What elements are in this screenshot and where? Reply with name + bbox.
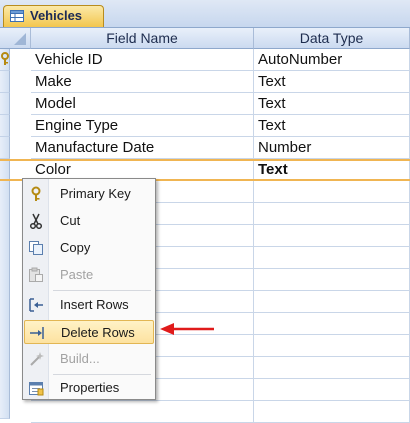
- menu-item-label: Build...: [60, 351, 100, 366]
- scissors-icon: [29, 213, 43, 229]
- field-name-cell[interactable]: Make: [31, 71, 254, 93]
- row-selector[interactable]: [0, 71, 10, 93]
- field-name-cell[interactable]: Manufacture Date: [31, 137, 254, 159]
- row-selector[interactable]: [0, 115, 10, 137]
- build-wand-icon: [30, 352, 44, 366]
- empty-cell[interactable]: [254, 225, 410, 247]
- row-selector[interactable]: [0, 93, 10, 115]
- empty-cell[interactable]: [254, 247, 410, 269]
- context-menu: Primary Key Cut Copy Paste Insert Rows D…: [22, 178, 156, 400]
- menu-item-build[interactable]: Build...: [24, 347, 154, 371]
- copy-icon: [29, 241, 43, 255]
- table-icon: [10, 10, 24, 22]
- row-selector-empty[interactable]: [0, 181, 10, 419]
- insert-rows-icon: [29, 298, 43, 312]
- menu-item-primary-key[interactable]: Primary Key: [24, 182, 154, 206]
- menu-item-copy[interactable]: Copy: [24, 236, 154, 260]
- tab-vehicles[interactable]: Vehicles: [3, 5, 104, 27]
- empty-cell[interactable]: [254, 181, 410, 203]
- field-name-cell[interactable]: Vehicle ID: [31, 49, 254, 71]
- field-name-cell[interactable]: Model: [31, 93, 254, 115]
- menu-item-properties[interactable]: Properties: [24, 376, 154, 400]
- menu-separator: [53, 374, 151, 375]
- menu-item-delete-rows[interactable]: Delete Rows: [24, 320, 154, 344]
- empty-cell[interactable]: [254, 313, 410, 335]
- delete-rows-icon: [30, 327, 44, 339]
- menu-item-label: Properties: [60, 380, 120, 395]
- empty-cell[interactable]: [254, 291, 410, 313]
- menu-item-paste[interactable]: Paste: [24, 263, 154, 287]
- menu-item-cut[interactable]: Cut: [24, 209, 154, 233]
- menu-item-label: Delete Rows: [61, 325, 135, 340]
- menu-item-label: Primary Key: [60, 186, 131, 201]
- document-tab-strip: Vehicles: [0, 0, 410, 28]
- select-all-corner[interactable]: [0, 28, 31, 49]
- tab-label: Vehicles: [30, 8, 83, 23]
- empty-cell[interactable]: [254, 401, 410, 423]
- empty-cell[interactable]: [254, 335, 410, 357]
- menu-item-label: Cut: [60, 213, 81, 228]
- empty-cell[interactable]: [254, 269, 410, 291]
- data-type-cell[interactable]: Text: [254, 115, 410, 137]
- menu-item-label: Copy: [60, 240, 91, 255]
- menu-item-label: Paste: [60, 267, 94, 282]
- red-arrow-icon: [160, 323, 214, 335]
- row-selector-primary-key[interactable]: [0, 49, 10, 71]
- key-icon: [31, 186, 41, 201]
- data-type-cell[interactable]: Text: [254, 93, 410, 115]
- empty-cell[interactable]: [254, 379, 410, 401]
- data-type-cell[interactable]: Number: [254, 137, 410, 159]
- paste-icon: [29, 267, 43, 282]
- field-name-cell[interactable]: Engine Type: [31, 115, 254, 137]
- data-type-cell[interactable]: AutoNumber: [254, 49, 410, 71]
- key-icon: [1, 52, 9, 65]
- data-type-cell[interactable]: Text: [254, 71, 410, 93]
- menu-separator: [53, 290, 151, 291]
- menu-item-insert-rows[interactable]: Insert Rows: [24, 293, 154, 317]
- empty-cell[interactable]: [254, 357, 410, 379]
- row-selector[interactable]: [0, 137, 10, 159]
- empty-cell[interactable]: [31, 401, 254, 423]
- corner-triangle-icon: [14, 33, 26, 45]
- column-header-data-type[interactable]: Data Type: [254, 28, 410, 49]
- properties-icon: [29, 382, 44, 396]
- column-header-field-name[interactable]: Field Name: [31, 28, 254, 49]
- menu-item-label: Insert Rows: [60, 297, 129, 312]
- empty-cell[interactable]: [254, 203, 410, 225]
